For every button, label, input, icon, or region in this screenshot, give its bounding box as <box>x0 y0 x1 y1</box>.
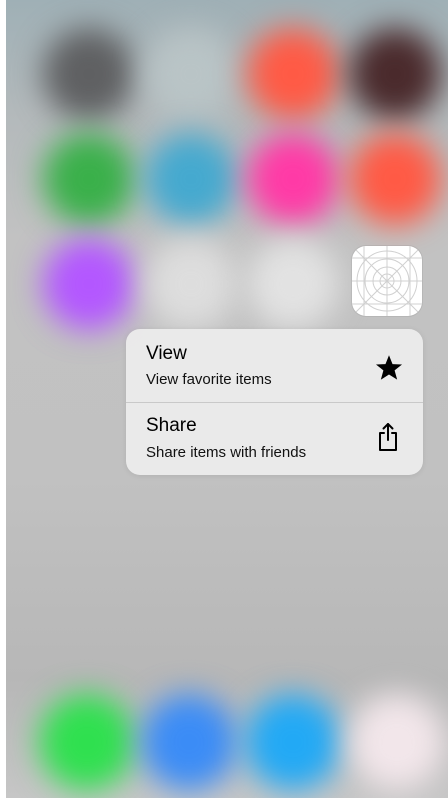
app-row2-col2 <box>145 133 237 225</box>
app-row1-col3 <box>247 28 339 120</box>
app-row2-col3 <box>247 133 339 225</box>
app-row2-col4 <box>349 133 441 225</box>
app-icon-grid-icon <box>352 246 422 316</box>
quick-action-view-subtitle: View favorite items <box>146 371 272 388</box>
app-row3-col2 <box>145 238 237 330</box>
app-row1-col2 <box>145 28 237 120</box>
app-row1-col1 <box>43 28 135 120</box>
dock-safari <box>245 694 341 790</box>
app-row3-col1 <box>43 238 135 330</box>
quick-action-share-subtitle: Share items with friends <box>146 444 307 461</box>
star-icon <box>375 355 403 380</box>
share-icon <box>379 423 397 451</box>
quick-actions-menu: View View favorite items Share Share ite… <box>126 329 423 475</box>
app-row3-col3 <box>247 238 339 330</box>
dock-music <box>349 694 445 790</box>
quick-action-share[interactable]: Share Share items with friends <box>126 402 423 475</box>
quick-action-view[interactable]: View View favorite items <box>126 329 423 402</box>
dock-phone <box>39 694 135 790</box>
home-screen-background: View View favorite items Share Share ite… <box>6 0 448 798</box>
dock-mail <box>141 694 237 790</box>
app-row1-col4 <box>349 28 441 120</box>
app-icon-template[interactable] <box>352 246 422 316</box>
quick-action-share-title: Share <box>146 415 197 436</box>
app-row2-col1 <box>43 133 135 225</box>
quick-action-view-title: View <box>146 343 187 364</box>
